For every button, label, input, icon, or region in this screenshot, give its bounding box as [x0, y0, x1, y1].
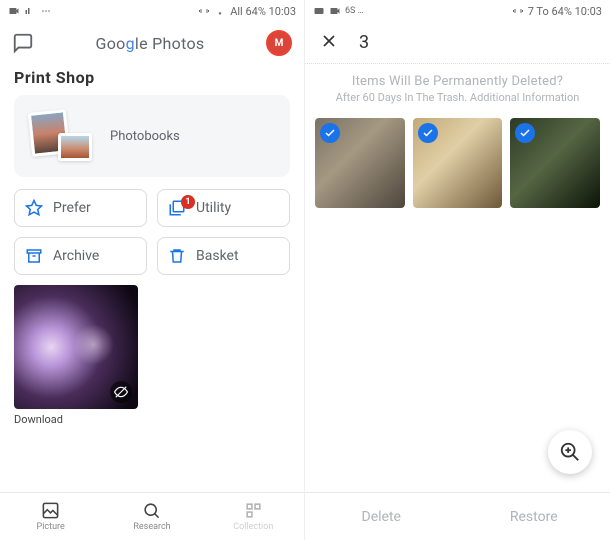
left-panel: All 64% 10:03 Google Photos M Print Shop… — [0, 0, 305, 540]
close-icon — [319, 31, 339, 51]
tab-picture-label: Picture — [37, 522, 65, 532]
card-label: Photobooks — [110, 129, 180, 144]
utility-button[interactable]: 1 Utility — [157, 189, 290, 227]
vibrate-icon — [512, 5, 524, 17]
status-bar-left: All 64% 10:03 — [0, 0, 304, 22]
zoom-fab[interactable] — [548, 430, 592, 474]
status-right-left-icons: 6S … — [313, 5, 364, 17]
tab-bar: Picture Research Collection — [0, 492, 304, 540]
download-label: Download — [14, 409, 138, 428]
archive-button[interactable]: Archive — [14, 237, 147, 275]
tab-collection-label: Collection — [233, 522, 273, 532]
trash-item[interactable] — [413, 118, 503, 208]
prefer-label: Prefer — [53, 200, 91, 216]
trash-grid — [305, 118, 610, 208]
wifi-icon — [214, 5, 226, 17]
basket-label: Basket — [196, 248, 239, 264]
photo-preview[interactable]: Download — [14, 285, 138, 428]
preview-image — [14, 285, 138, 409]
collection-icon — [244, 501, 263, 520]
hidden-icon — [110, 381, 132, 403]
tab-collection[interactable]: Collection — [203, 493, 304, 540]
thumb-front — [58, 133, 92, 161]
selected-check — [515, 123, 535, 143]
title-part2: le Photos — [135, 34, 205, 53]
search-icon — [142, 501, 161, 520]
star-icon — [25, 199, 43, 217]
tab-picture[interactable]: Picture — [0, 493, 101, 540]
trash-item[interactable] — [510, 118, 600, 208]
status-right: All 64% 10:03 — [198, 5, 296, 18]
warning-title: Items Will Be Permanently Deleted? — [305, 64, 610, 91]
title-part1: Goo — [96, 34, 126, 53]
more-icon — [40, 5, 52, 17]
trash-item[interactable] — [315, 118, 405, 208]
status-right-text: 7 To 64% 10:03 — [528, 5, 602, 18]
status-text: All 64% 10:03 — [230, 5, 296, 18]
title-accent: g — [126, 34, 135, 53]
camera-icon — [313, 5, 325, 17]
selected-check — [418, 123, 438, 143]
basket-button[interactable]: Basket — [157, 237, 290, 275]
selection-count: 3 — [359, 32, 369, 53]
app-header: Google Photos M — [0, 22, 304, 64]
tab-research-label: Research — [133, 522, 170, 532]
trash-icon — [168, 247, 186, 265]
archive-label: Archive — [53, 248, 99, 264]
chat-icon[interactable] — [12, 32, 34, 54]
section-title: Print Shop — [0, 64, 304, 95]
card-thumbnails — [30, 111, 92, 161]
utility-badge: 1 — [181, 195, 195, 209]
prefer-button[interactable]: Prefer — [14, 189, 147, 227]
video-icon — [329, 5, 341, 17]
utility-label: Utility — [196, 200, 231, 216]
close-button[interactable] — [319, 31, 339, 55]
vibrate-icon — [198, 5, 210, 17]
status-6s-text: 6S … — [345, 6, 364, 16]
signal-4g-icon — [24, 5, 36, 17]
bottom-actions: Delete Restore — [305, 492, 610, 540]
avatar-initials: M — [275, 38, 284, 49]
selected-check — [320, 123, 340, 143]
tab-research[interactable]: Research — [101, 493, 202, 540]
status-right-text-group: 7 To 64% 10:03 — [512, 5, 602, 18]
selection-header: 3 — [305, 22, 610, 64]
video-icon — [8, 5, 20, 17]
avatar[interactable]: M — [266, 30, 292, 56]
warning-subtext: After 60 Days In The Trash. Additional I… — [305, 91, 610, 118]
status-bar-right: 6S … 7 To 64% 10:03 — [305, 0, 610, 22]
status-left-icons — [8, 5, 52, 17]
restore-button[interactable]: Restore — [458, 493, 610, 540]
app-title: Google Photos — [48, 34, 252, 53]
zoom-in-icon — [559, 441, 581, 463]
picture-icon — [41, 501, 60, 520]
right-panel: 6S … 7 To 64% 10:03 3 Items Will Be Perm… — [305, 0, 610, 540]
photobooks-card[interactable]: Photobooks — [14, 95, 290, 177]
archive-icon — [25, 247, 43, 265]
delete-button[interactable]: Delete — [305, 493, 458, 540]
